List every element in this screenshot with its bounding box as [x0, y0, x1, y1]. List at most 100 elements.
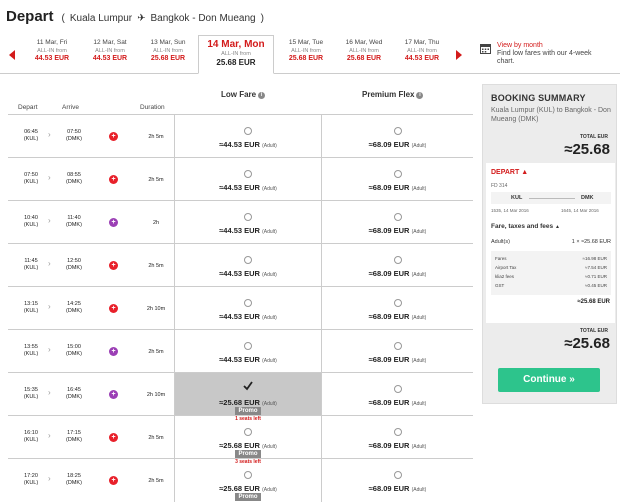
depart-time: 15:35 (KUL)	[20, 387, 42, 401]
date-tab[interactable]: 14 Mar, Mon ALL-IN from 25.68 EUR	[198, 35, 274, 74]
adult-label: (Adult)	[411, 487, 427, 493]
fee-name: GST	[495, 283, 505, 288]
prev-dates-icon[interactable]	[8, 48, 16, 60]
depart-code: (KUL)	[23, 437, 39, 443]
chevron-right-icon[interactable]: ›	[48, 217, 51, 225]
chevron-right-icon[interactable]: ›	[48, 303, 51, 311]
premium-flex-radio[interactable]	[393, 170, 402, 178]
depart-code: (KUL)	[23, 480, 39, 486]
date-tab[interactable]: 15 Mar, Tue ALL-IN from 25.68 EUR	[278, 39, 334, 63]
info-icon[interactable]: i	[258, 92, 266, 99]
chevron-right-icon[interactable]: ›	[48, 346, 51, 354]
carrier-plus-icon[interactable]: +	[109, 261, 118, 270]
chevron-right-icon[interactable]: ›	[48, 174, 51, 182]
price-value: ≈25.68 EUR	[219, 441, 260, 450]
low-fare-label: Low Fare	[221, 90, 257, 99]
duration: 2h 5m	[148, 177, 164, 183]
adult-label: (Adult)	[262, 272, 277, 278]
carrier-plus-icon[interactable]: +	[109, 175, 118, 184]
date-tab[interactable]: 13 Mar, Sun ALL-IN from 25.68 EUR	[140, 39, 196, 63]
premium-flex-radio[interactable]	[393, 213, 402, 221]
continue-button[interactable]: Continue »	[498, 368, 600, 392]
chevron-right-icon[interactable]: ›	[48, 475, 51, 483]
arrive-time: 18:25 (DMK)	[63, 473, 85, 487]
arrive-code: (DMK)	[66, 179, 82, 185]
adult-label: (Adult)	[262, 401, 277, 407]
depart-code: (KUL)	[23, 136, 39, 142]
depart-toggle[interactable]: DEPART ▲	[491, 169, 528, 176]
date-tab[interactable]: 16 Mar, Wed ALL-IN from 25.68 EUR	[336, 39, 392, 63]
premium-flex-radio[interactable]	[393, 256, 402, 264]
arrive-hour: 08:55	[67, 172, 81, 178]
low-fare-cell[interactable]: ≈25.68 EUR (Adult) Promo 1 seats left	[174, 373, 322, 422]
low-fare-radio[interactable]	[244, 342, 252, 350]
booking-summary: BOOKING SUMMARY Kuala Lumpur (KUL) to Ba…	[482, 84, 617, 404]
low-fare-radio[interactable]	[244, 127, 252, 135]
premium-flex-cell[interactable]: ≈68.09 EUR (Adult)	[322, 373, 473, 416]
view-by-month-link[interactable]: View by month	[497, 42, 607, 50]
premium-flex-cell[interactable]: ≈68.09 EUR (Adult)	[322, 459, 473, 502]
low-fare-radio[interactable]	[244, 471, 252, 479]
premium-flex-radio[interactable]	[393, 471, 402, 479]
flight-row: 16:10 (KUL) › 17:15 (DMK) +2h 5m ≈25.68 EUR (A…	[8, 415, 473, 465]
low-fare-cell[interactable]: ≈25.68 EUR (Adult) Promo 3 seats left	[174, 416, 322, 465]
premium-flex-cell[interactable]: ≈68.09 EUR (Adult)	[322, 416, 473, 459]
low-fare-cell[interactable]: ≈44.53 EUR (Adult)	[174, 158, 322, 201]
chevron-right-icon[interactable]: ›	[48, 260, 51, 268]
date-tab[interactable]: 17 Mar, Thu ALL-IN from 44.53 EUR	[394, 39, 450, 63]
chevron-right-icon[interactable]: ›	[48, 389, 51, 397]
low-fare-cell[interactable]: ≈44.53 EUR (Adult)	[174, 244, 322, 287]
fare-taxes-toggle[interactable]: Fare, taxes and fees ▲	[491, 223, 560, 230]
duration: 2h 5m	[148, 478, 164, 484]
low-fare-radio[interactable]	[244, 299, 252, 307]
carrier-plus-icon[interactable]: +	[109, 218, 118, 227]
low-fare-radio[interactable]	[244, 256, 252, 264]
premium-flex-cell[interactable]: ≈68.09 EUR (Adult)	[322, 201, 473, 244]
premium-flex-radio[interactable]	[393, 127, 402, 135]
depart-time: 1535, 14 Mar 2016	[491, 208, 529, 213]
date-tab[interactable]: 11 Mar, Fri ALL-IN from 44.53 EUR	[24, 39, 80, 63]
carrier-plus-icon[interactable]: +	[109, 390, 118, 399]
info-icon[interactable]: i	[416, 92, 424, 99]
fee-breakdown: Fares ≈16.98 EUR Airport Tax ≈7.54 EUR klia2…	[491, 251, 611, 295]
premium-flex-radio[interactable]	[393, 428, 402, 436]
premium-flex-radio[interactable]	[393, 299, 402, 307]
premium-flex-cell[interactable]: ≈68.09 EUR (Adult)	[322, 287, 473, 330]
premium-flex-radio[interactable]	[393, 342, 402, 350]
depart-code: (KUL)	[23, 308, 39, 314]
view-by-month[interactable]: View by month Find low fares with our 4-…	[480, 42, 620, 66]
next-dates-icon[interactable]	[455, 48, 463, 60]
carrier-plus-icon[interactable]: +	[109, 347, 118, 356]
allin-label: ALL-IN from	[221, 51, 251, 57]
chevron-right-icon[interactable]: ›	[48, 432, 51, 440]
adult-label: (Adult)	[262, 229, 277, 235]
price-value: ≈68.09 EUR	[368, 398, 410, 407]
premium-flex-cell[interactable]: ≈68.09 EUR (Adult)	[322, 115, 473, 158]
date-tab[interactable]: 12 Mar, Sat ALL-IN from 44.53 EUR	[82, 39, 138, 63]
carrier-plus-icon[interactable]: +	[109, 433, 118, 442]
premium-flex-cell[interactable]: ≈68.09 EUR (Adult)	[322, 158, 473, 201]
premium-flex-cell[interactable]: ≈68.09 EUR (Adult)	[322, 330, 473, 373]
low-fare-cell[interactable]: ≈44.53 EUR (Adult)	[174, 201, 322, 244]
premium-flex-radio[interactable]	[393, 385, 402, 393]
carrier-plus-icon[interactable]: +	[109, 304, 118, 313]
low-fare-price: ≈25.68 EUR (Adult)	[175, 484, 321, 493]
low-fare-cell[interactable]: ≈44.53 EUR (Adult)	[174, 330, 322, 373]
low-fare-cell[interactable]: ≈44.53 EUR (Adult)	[174, 287, 322, 330]
low-fare-price: ≈44.53 EUR (Adult)	[175, 269, 321, 278]
date-label: 11 Mar, Fri	[36, 39, 68, 46]
premium-flex-cell[interactable]: ≈68.09 EUR (Adult)	[322, 244, 473, 287]
low-fare-radio[interactable]	[244, 170, 252, 178]
carrier-plus-icon[interactable]: +	[109, 132, 118, 141]
low-fare-cell[interactable]: ≈44.53 EUR (Adult)	[174, 115, 322, 158]
flight-row: 07:50 (KUL) › 08:55 (DMK) +2h 5m ≈44.53 EUR (A…	[8, 157, 473, 201]
chevron-up-icon: ▲	[521, 169, 529, 176]
date-label: 13 Mar, Sun	[150, 39, 186, 46]
low-fare-cell[interactable]: ≈25.68 EUR (Adult) Promo	[174, 459, 322, 502]
arrive-code: (DMK)	[66, 265, 82, 271]
low-fare-radio[interactable]	[244, 213, 252, 221]
chevron-right-icon[interactable]: ›	[48, 131, 51, 139]
carrier-plus-icon[interactable]: +	[109, 476, 118, 485]
depart-hour: 10:40	[24, 215, 38, 221]
low-fare-radio[interactable]	[244, 428, 252, 436]
